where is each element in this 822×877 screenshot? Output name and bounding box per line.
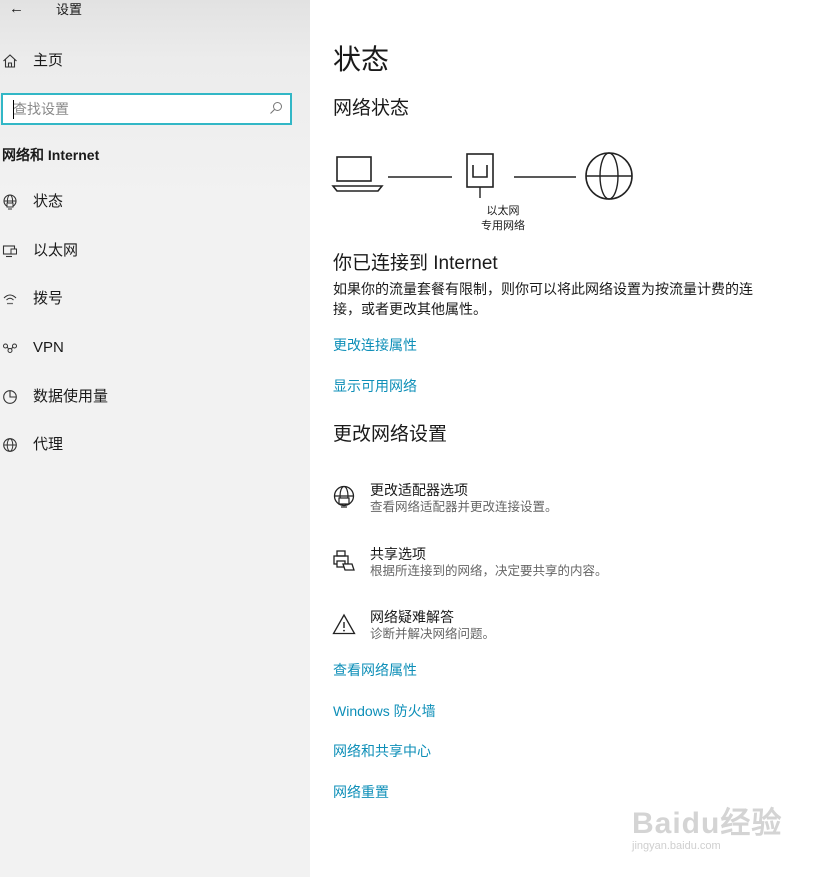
option-description: 根据所连接到的网络，决定要共享的内容。 [370,564,608,578]
sidebar: ← 设置 主页 网络和 Internet 状态 以太 [0,0,310,877]
laptop-icon [331,156,384,192]
vpn-icon [3,343,17,353]
network-type: 专用网络 [481,220,525,232]
home-icon [3,54,17,68]
sidebar-item-label: 以太网 [33,242,79,259]
connection-status-description: 如果你的流量套餐有限制，则你可以将此网络设置为按流量计费的连接，或者更改其他属性… [333,281,753,317]
data-usage-icon [3,390,17,404]
sidebar-item-home[interactable]: 主页 [0,45,300,77]
app-title: 设置 [56,2,83,17]
sidebar-item-label: 数据使用量 [33,388,109,405]
sidebar-item-proxy[interactable]: 代理 [0,429,300,461]
change-adapter-options[interactable]: 更改适配器选项 查看网络适配器并更改连接设置。 [330,481,790,523]
search-icon[interactable] [269,101,283,115]
text-caret [13,100,14,119]
sharing-options[interactable]: 共享选项 根据所连接到的网络，决定要共享的内容。 [330,545,790,587]
dialup-icon [3,294,17,305]
page-title: 状态 [333,44,390,75]
sidebar-item-vpn[interactable]: VPN [0,332,300,364]
network-diagram: 以太网 专用网络 [330,145,650,240]
sidebar-item-label: 代理 [33,436,64,453]
sidebar-item-label: 主页 [33,52,64,69]
title-bar: ← 设置 [0,0,310,22]
main-content: 状态 网络状态 以太网 专用网络 你已连接到 Internet 如果你的流量套餐 [310,0,822,877]
warning-triangle-icon [332,613,356,635]
globe-icon [3,438,17,452]
baidu-watermark: Baidu经验 jingyan.baidu.com [630,790,790,860]
sidebar-item-label: 状态 [33,193,64,210]
ethernet-port-icon [466,153,494,198]
network-diagram-graphic [331,152,633,200]
watermark-url: jingyan.baidu.com [632,840,721,852]
search-input[interactable] [13,99,263,119]
watermark-brand: Baidu经验 [632,807,783,840]
network-reset-link[interactable]: 网络重置 [333,783,389,801]
change-connection-properties-link[interactable]: 更改连接属性 [333,336,417,354]
network-sharing-center-link[interactable]: 网络和共享中心 [333,742,431,760]
show-available-networks-link[interactable]: 显示可用网络 [333,377,417,395]
network-status-heading: 网络状态 [333,98,410,119]
option-title: 网络疑难解答 [370,609,454,625]
internet-globe-icon [585,152,633,200]
windows-firewall-link[interactable]: Windows 防火墙 [333,702,436,720]
sidebar-item-status[interactable]: 状态 [0,186,300,218]
sidebar-item-data-usage[interactable]: 数据使用量 [0,381,300,413]
sidebar-section-title: 网络和 Internet [2,147,100,163]
adapter-globe-icon [333,485,355,508]
option-title: 更改适配器选项 [370,482,468,498]
option-title: 共享选项 [370,546,426,562]
search-box[interactable] [1,93,292,125]
network-troubleshooter[interactable]: 网络疑难解答 诊断并解决网络问题。 [330,608,790,650]
option-description: 查看网络适配器并更改连接设置。 [370,500,558,514]
ethernet-monitor-icon [2,245,17,258]
sharing-printer-icon [333,550,355,571]
option-description: 诊断并解决网络问题。 [370,627,496,641]
sidebar-item-ethernet[interactable]: 以太网 [0,235,300,267]
globe-monitor-icon [3,194,17,210]
adapter-name: 以太网 [486,205,520,217]
back-button[interactable]: ← [9,0,24,18]
sidebar-item-label: 拨号 [33,290,64,307]
sidebar-item-label: VPN [33,339,64,356]
view-network-properties-link[interactable]: 查看网络属性 [333,661,417,679]
change-network-settings-heading: 更改网络设置 [333,424,448,445]
sidebar-item-dialup[interactable]: 拨号 [0,283,300,315]
connection-status-title: 你已连接到 Internet [333,253,498,274]
